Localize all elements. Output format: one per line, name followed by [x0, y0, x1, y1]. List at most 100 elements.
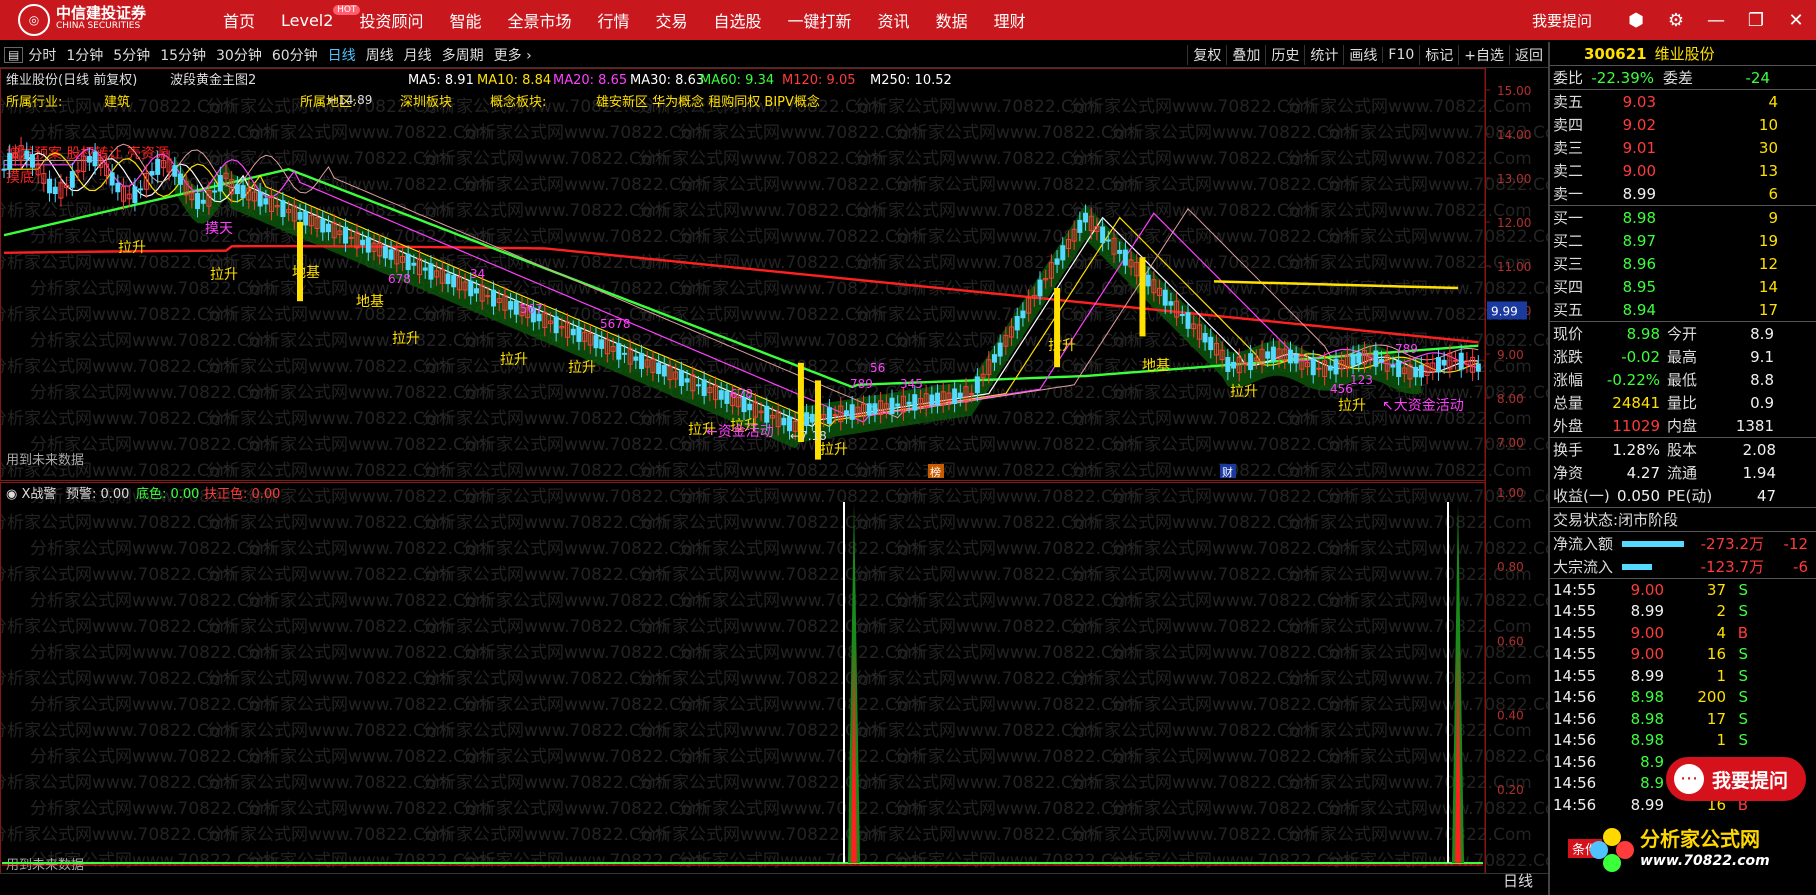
menu-item-0[interactable]: 首页: [210, 8, 268, 32]
candle-body: [115, 182, 121, 193]
sell-volume: 30: [1758, 138, 1778, 157]
tick-price: 8.98: [1630, 709, 1664, 728]
period-tab-9[interactable]: 多周期: [437, 45, 489, 65]
stat-row: 涨幅 -0.22% 最低 8.8: [1550, 368, 1816, 391]
period-tab-1[interactable]: 1分钟: [61, 45, 108, 65]
watermark-text: 分析家公式网www.70822.Com: [246, 591, 492, 611]
candle-body: [69, 170, 75, 188]
watermark-text: 分析家公式网www.70822.Com: [854, 461, 1100, 481]
watermark-text: 分析家公式网www.70822.Com: [1070, 201, 1316, 221]
candle-body: [1316, 367, 1322, 370]
chart-menu-icon[interactable]: ▤: [4, 46, 24, 63]
toolbar-button-1[interactable]: 叠加: [1226, 45, 1265, 65]
toolbar-button-7[interactable]: +自选: [1458, 45, 1509, 65]
stat-label: 总量: [1553, 394, 1584, 412]
candle-body: [445, 273, 451, 285]
weicha-value: -24: [1745, 68, 1771, 87]
menu-item-11[interactable]: 理财: [981, 8, 1039, 32]
candle-body: [217, 175, 223, 192]
menu-item-8[interactable]: 一键打新: [775, 8, 865, 32]
toolbar-button-0[interactable]: 复权: [1187, 45, 1226, 65]
period-tab-3[interactable]: 15分钟: [155, 45, 211, 65]
menu-item-2[interactable]: 投资顾问: [346, 8, 436, 32]
ask-question-link[interactable]: 我要提问: [1532, 10, 1592, 31]
candle-body: [7, 152, 13, 170]
menu-item-4[interactable]: 全景市场: [494, 8, 584, 32]
period-tab-8[interactable]: 月线: [399, 45, 437, 65]
menu-item-10[interactable]: 数据: [923, 8, 981, 32]
toolbar-button-5[interactable]: F10: [1382, 47, 1419, 63]
watermark-text: 分析家公式网www.70822.Com: [1286, 201, 1532, 221]
candle-body: [1117, 249, 1123, 254]
watermark-text: 分析家公式网www.70822.Com: [462, 175, 708, 195]
watermark-text: 分析家公式网www.70822.Com: [894, 851, 1140, 871]
watermark-text: 分析家公式网www.70822.Com: [854, 773, 1100, 793]
weibi-value: -22.39%: [1591, 68, 1654, 87]
ask-question-bubble[interactable]: ⋯ 我要提问: [1666, 757, 1806, 801]
stat2-row: 换手 1.28% 股本 2.08: [1550, 438, 1816, 461]
watermark-text: 分析家公式网www.70822.Com: [678, 643, 924, 663]
tick-time: 14:55: [1553, 623, 1597, 642]
watermark-text: 分析家公式网www.70822.Com: [1286, 253, 1532, 273]
toolbar-button-8[interactable]: 返回: [1509, 45, 1548, 65]
toolbar-button-3[interactable]: 统计: [1304, 45, 1343, 65]
watermark-text: 分析家公式网www.70822.Com: [0, 357, 236, 377]
watermark-text: 分析家公式网www.70822.Com: [1110, 435, 1356, 455]
candle-body: [826, 407, 832, 424]
trade-state-value: 闭市阶段: [1618, 511, 1679, 529]
kline-chart-svg[interactable]: 分析家公式网www.70822.Com分析家公式网www.70822.Com分析…: [0, 68, 1548, 895]
candle-body: [52, 186, 58, 195]
watermark-text: 分析家公式网www.70822.Com: [30, 383, 276, 403]
block-inflow-value: -123.7万: [1700, 558, 1764, 576]
stat2-label: 换手: [1553, 441, 1584, 459]
toolbar-button-4[interactable]: 画线: [1343, 45, 1382, 65]
menu-item-9[interactable]: 资讯: [865, 8, 923, 32]
stock-name: 维业股份: [1654, 45, 1715, 63]
candle-body: [872, 403, 878, 414]
period-tab-2[interactable]: 5分钟: [108, 45, 155, 65]
stat-label: 现价: [1553, 325, 1584, 343]
period-tab-10[interactable]: 更多 ›: [489, 45, 537, 65]
minimize-icon[interactable]: —: [1696, 10, 1736, 31]
period-tab-6[interactable]: 日线: [323, 45, 361, 65]
menu-item-1[interactable]: Level2 HOT: [268, 4, 361, 30]
candle-body: [997, 342, 1003, 357]
buy-volume: 14: [1758, 277, 1778, 296]
candle-body: [109, 172, 115, 186]
watermark-text: 分析家公式网www.70822.Com: [462, 695, 708, 715]
annotation-lasheng: 拉升: [210, 267, 238, 283]
candle-body: [388, 249, 394, 260]
watermark-text: 分析家公式网www.70822.Com: [0, 305, 236, 325]
stat-value-2: 9.1: [1750, 347, 1774, 366]
menu-item-6[interactable]: 交易: [643, 8, 701, 32]
tick-time: 14:56: [1553, 688, 1597, 707]
tick-price: 8.99: [1630, 666, 1664, 685]
broker-logo[interactable]: ◎ 中信建投证券 CHINA SECURITIES: [0, 0, 210, 40]
kline-chart-area[interactable]: 分析家公式网www.70822.Com 分析家公式网www.70822.Com 分析…: [0, 68, 1548, 895]
period-tab-4[interactable]: 30分钟: [211, 45, 267, 65]
restore-icon[interactable]: ❐: [1736, 10, 1776, 31]
watermark-text: 分析家公式网www.70822.Com: [206, 513, 452, 533]
cube-icon[interactable]: ⬢: [1616, 10, 1656, 31]
watermark-text: 分析家公式网www.70822.Com: [0, 513, 236, 533]
buy-row: 买四 8.95 14: [1550, 275, 1816, 298]
candle-body: [974, 376, 980, 394]
period-tab-5[interactable]: 60分钟: [267, 45, 323, 65]
buy-label: 买四: [1553, 278, 1584, 296]
menu-item-5[interactable]: 行情: [584, 8, 642, 32]
toolbar-button-6[interactable]: 标记: [1419, 45, 1458, 65]
period-tab-7[interactable]: 周线: [361, 45, 399, 65]
watermark-text: 分析家公式网www.70822.Com: [206, 461, 452, 481]
candle-body: [929, 394, 935, 405]
gear-icon[interactable]: ⚙: [1656, 10, 1696, 31]
close-icon[interactable]: ✕: [1776, 10, 1816, 31]
candle-body: [1418, 364, 1424, 378]
tab-daily[interactable]: 日线: [1492, 870, 1544, 892]
watermark-text: 分析家公式网www.70822.Com: [422, 461, 668, 481]
toolbar-button-2[interactable]: 历史: [1265, 45, 1304, 65]
menu-item-3[interactable]: 智能: [436, 8, 494, 32]
watermark-text: 分析家公式网www.70822.Com: [30, 123, 276, 143]
menu-item-7[interactable]: 自选股: [701, 8, 775, 32]
watermark-text: 分析家公式网www.70822.Com: [1286, 773, 1532, 793]
period-tab-0[interactable]: 分时: [23, 45, 61, 65]
